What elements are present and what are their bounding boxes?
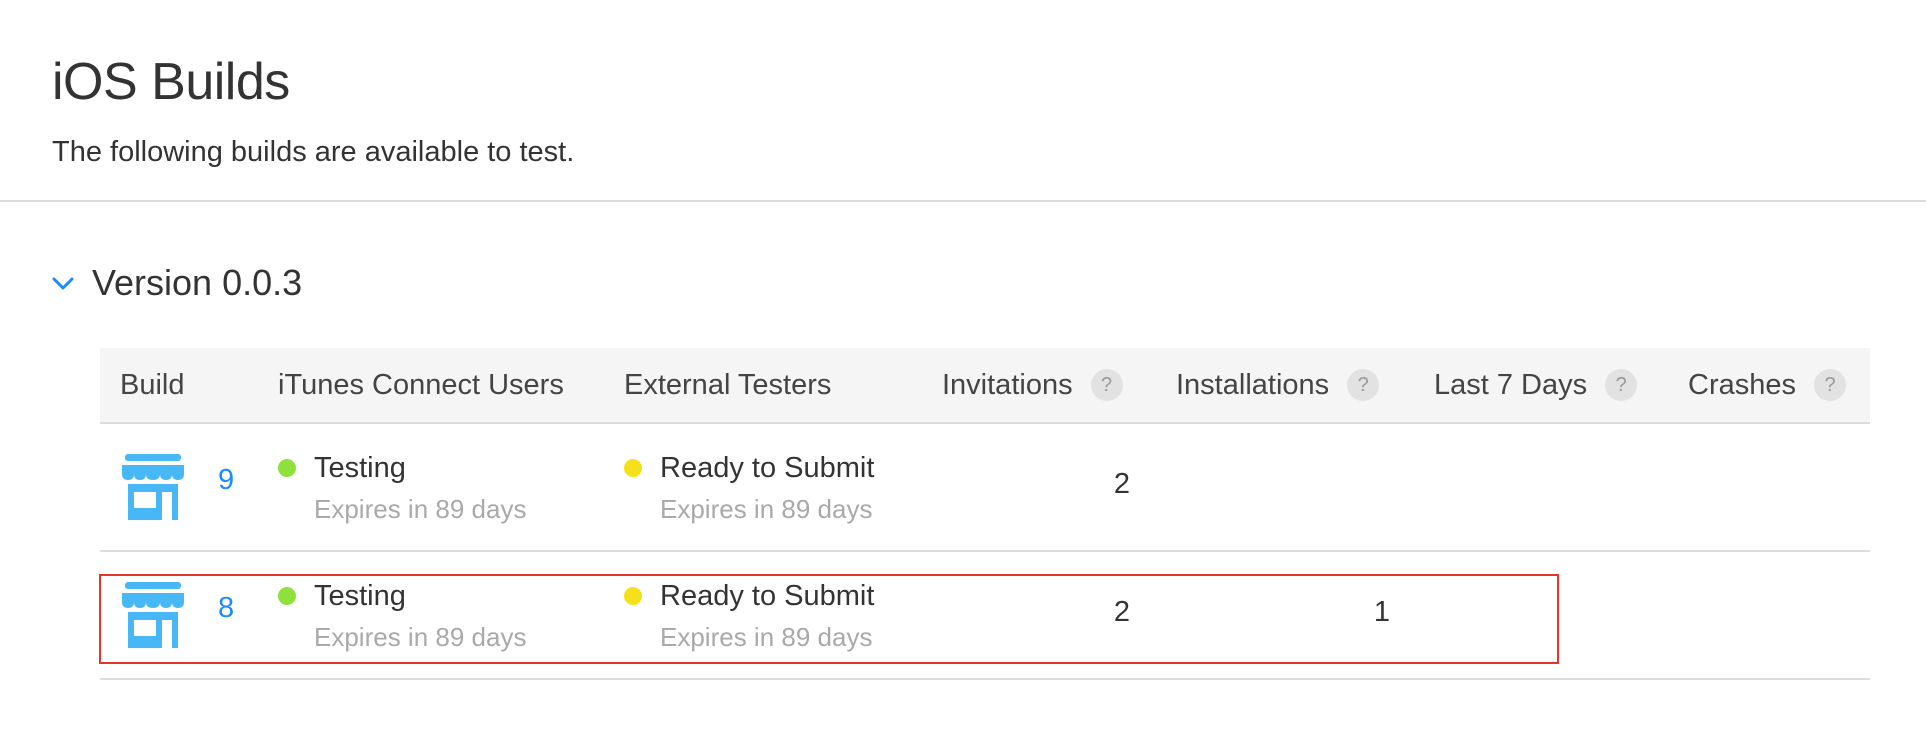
builds-table: Build iTunes Connect Users External Test… (100, 348, 1870, 680)
itunes-users-status: Testing Expires in 89 days (278, 578, 526, 653)
version-toggle[interactable]: Version 0.0.3 (48, 258, 302, 308)
status-dot (278, 587, 296, 605)
invitations-count: 2 (1113, 468, 1130, 500)
column-label: Build (120, 368, 185, 401)
table-row: 9 Testing Expires in 89 days Ready to Su… (100, 424, 1870, 552)
help-icon[interactable]: ? (1347, 369, 1380, 401)
build-number-link[interactable]: 9 (218, 464, 234, 497)
external-testers-status: Ready to Submit Expires in 89 days (624, 578, 874, 653)
column-label: External Testers (624, 368, 832, 401)
help-icon[interactable]: ? (1814, 369, 1846, 401)
invitations-count: 2 (1113, 596, 1130, 628)
column-last-7-days: Last 7 Days? (1434, 348, 1638, 422)
column-label: Last 7 Days (1434, 368, 1588, 401)
column-invitations: Invitations? (942, 348, 1123, 422)
page-title: iOS Builds (52, 53, 290, 111)
storefront-icon (120, 582, 186, 648)
table-header: Build iTunes Connect Users External Test… (100, 348, 1870, 424)
table-row: 8 Testing Expires in 89 days Ready to Su… (100, 552, 1870, 680)
page-header: iOS Builds The following builds are avai… (0, 0, 1926, 202)
status-dot (624, 459, 642, 477)
version-label: Version 0.0.3 (92, 262, 303, 303)
status-dot (624, 587, 642, 605)
column-crashes: Crashes? (1688, 348, 1846, 422)
status-label: Testing (314, 451, 406, 484)
column-label: Invitations (942, 368, 1073, 401)
status-expiry: Expires in 89 days (314, 494, 527, 524)
column-itunes-users: iTunes Connect Users (278, 348, 564, 422)
status-label: Ready to Submit (660, 579, 875, 612)
status-expiry: Expires in 89 days (660, 622, 873, 652)
page-subtitle: The following builds are available to te… (52, 136, 575, 168)
itunes-users-status: Testing Expires in 89 days (278, 450, 526, 525)
status-expiry: Expires in 89 days (660, 494, 873, 524)
column-label: Crashes (1688, 368, 1796, 401)
column-build: Build (120, 348, 185, 422)
external-testers-status: Ready to Submit Expires in 89 days (624, 450, 874, 525)
build-number-link[interactable]: 8 (218, 592, 234, 625)
status-label: Testing (314, 579, 406, 612)
column-label: iTunes Connect Users (278, 368, 564, 401)
help-icon[interactable]: ? (1605, 369, 1638, 401)
column-external-testers: External Testers (624, 348, 831, 422)
status-expiry: Expires in 89 days (314, 622, 527, 652)
help-icon[interactable]: ? (1090, 369, 1123, 401)
storefront-icon (120, 454, 186, 520)
installations-count: 1 (1373, 596, 1390, 628)
column-installations: Installations? (1176, 348, 1380, 422)
status-label: Ready to Submit (660, 451, 875, 484)
chevron-down-icon (48, 268, 78, 298)
status-dot (278, 459, 296, 477)
column-label: Installations (1176, 368, 1330, 401)
